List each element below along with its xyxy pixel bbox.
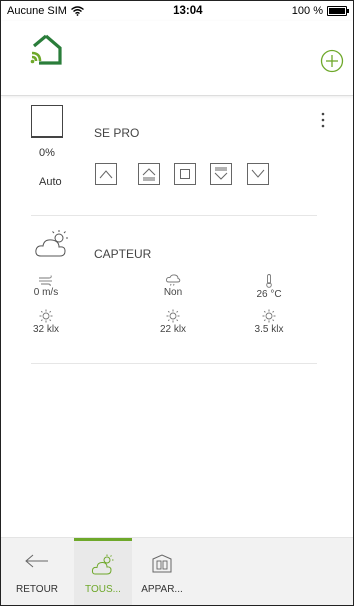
divider	[31, 363, 317, 364]
sun-icon	[39, 309, 53, 323]
status-bar: Aucune SIM 13:04 100 %	[1, 1, 353, 21]
sun-icon	[262, 309, 276, 323]
rain-icon	[165, 274, 181, 286]
weather-tab-icon	[91, 554, 114, 575]
plus-circle-icon[interactable]	[320, 49, 344, 73]
temperature-value: 26 °C	[256, 289, 282, 300]
device-name: SE PRO	[94, 126, 140, 140]
shutter-icon	[31, 105, 63, 138]
stop-icon	[180, 169, 190, 179]
app-frame: Aucune SIM 13:04 100 % 0% Auto SE PRO CA…	[0, 0, 354, 606]
tab-devices-label: APPAR...	[141, 584, 183, 595]
bottom-nav: RETOUR TOUS... APPAR...	[1, 537, 353, 605]
tab-back[interactable]: RETOUR	[1, 538, 73, 605]
rain-value: Non	[163, 287, 183, 298]
shutter-stop-button[interactable]	[174, 163, 196, 185]
sensor-name: CAPTEUR	[94, 247, 152, 261]
wind-stat: 0 m/s	[16, 274, 76, 298]
luminosity-stat-3: 3.5 klx	[239, 309, 299, 335]
shutter-up-button[interactable]	[95, 163, 117, 185]
more-options-icon[interactable]	[318, 111, 328, 129]
battery-percent: 100 %	[291, 5, 323, 17]
luminosity-value-1: 32 klx	[32, 324, 60, 335]
weather-sensor-icon[interactable]	[35, 229, 71, 259]
tab-devices[interactable]: APPAR...	[133, 538, 191, 605]
device-box-icon	[152, 554, 172, 573]
thermometer-icon	[266, 274, 272, 288]
tab-all-label: TOUS...	[85, 584, 121, 595]
arrow-left-icon	[25, 554, 48, 568]
chevron-down-bar-icon	[214, 167, 228, 180]
luminosity-value-3: 3.5 klx	[254, 324, 284, 335]
divider	[31, 215, 317, 216]
app-header	[1, 21, 353, 96]
clock: 13:04	[173, 5, 203, 17]
shutter-mode: Auto	[39, 176, 62, 188]
shutter-down-button[interactable]	[247, 163, 269, 185]
luminosity-stat-1: 32 klx	[16, 309, 76, 335]
luminosity-value-2: 22 klx	[159, 324, 187, 335]
house-wifi-icon[interactable]	[30, 33, 62, 65]
battery-icon	[326, 6, 349, 16]
shutter-position: 0%	[39, 147, 55, 159]
chevron-down-icon	[251, 169, 265, 178]
carrier-label: Aucune SIM	[7, 5, 67, 17]
tab-back-label: RETOUR	[15, 584, 59, 595]
wind-value: 0 m/s	[33, 287, 59, 298]
shutter-full-up-button[interactable]	[138, 163, 160, 185]
sun-icon	[166, 309, 180, 323]
rain-stat: Non	[143, 274, 203, 298]
wind-icon	[39, 275, 52, 286]
chevron-up-bar-icon	[142, 168, 156, 181]
luminosity-stat-2: 22 klx	[143, 309, 203, 335]
shutter-full-down-button[interactable]	[210, 163, 232, 185]
wifi-icon	[70, 6, 84, 16]
temperature-stat: 26 °C	[239, 274, 299, 300]
tab-all[interactable]: TOUS...	[74, 538, 132, 605]
chevron-up-icon	[99, 170, 113, 179]
